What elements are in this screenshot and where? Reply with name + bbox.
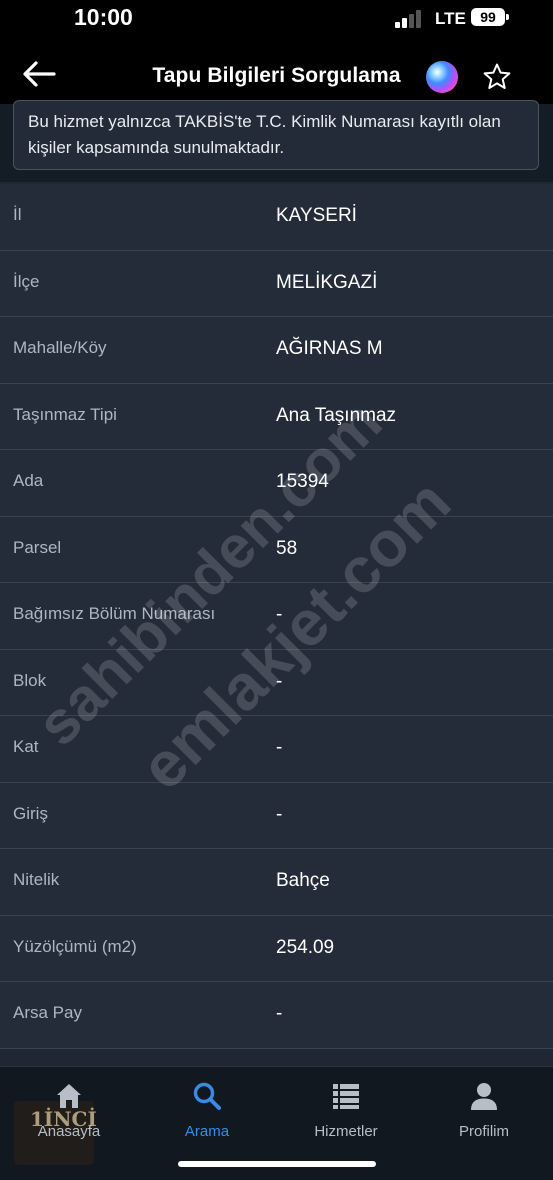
notice-area: Bu hizmet yalnızca TAKBİS'te T.C. Kimlik… [0,100,553,182]
info-value: Ana Taşınmaz [276,404,397,426]
info-row-nitelik: Nitelik Bahçe [0,849,553,916]
info-label: Blok [13,670,47,690]
info-value: 15394 [276,471,329,492]
info-label: Ada [13,471,44,490]
info-value: 58 [276,537,298,559]
info-value: 254.09 [276,936,335,958]
info-row-bagimsiz-bolum: Bağımsız Bölüm Numarası - [0,583,553,650]
page-title: Tapu Bilgileri Sorgulama [152,64,401,87]
info-label: Yüzölçümü (m2) [13,936,137,956]
info-value: - [276,604,283,625]
status-bar: 10:00 LTE 99 [0,0,553,44]
info-row-arsa-pay: Arsa Pay - [0,982,553,1049]
info-row-mahalle: Mahalle/Köy AĞIRNAS M [0,317,553,384]
property-info-list: İl KAYSERİ İlçe MELİKGAZİ Mahalle/Köy AĞ… [0,184,553,1049]
info-label: Mahalle/Köy [13,338,107,357]
info-row-il: İl KAYSERİ [0,184,553,251]
info-label: Arsa Pay [13,1003,82,1022]
tab-anasayfa[interactable]: Anasayfa [14,1081,124,1140]
info-row-tasinmaz-tipi: Taşınmaz Tipi Ana Taşınmaz [0,383,553,450]
tab-arama[interactable]: Arama [152,1081,262,1140]
info-label: Taşınmaz Tipi [13,404,117,424]
list-icon [333,1084,359,1109]
info-row-blok: Blok - [0,649,553,716]
info-value: - [276,670,283,692]
info-row-giris: Giriş - [0,782,553,849]
person-icon [471,1083,497,1110]
home-icon [57,1084,81,1108]
info-value: - [276,737,283,758]
info-value: - [276,803,283,825]
info-label: Giriş [13,803,48,823]
info-row-ada: Ada 15394 [0,450,553,517]
info-row-parsel: Parsel 58 [0,516,553,583]
notice-banner: Bu hizmet yalnızca TAKBİS'te T.C. Kimlik… [13,100,539,170]
tab-label: Anasayfa [37,1123,101,1140]
tab-hizmetler[interactable]: Hizmetler [291,1081,401,1140]
tab-label: Hizmetler [314,1123,378,1140]
info-label: İl [13,205,22,224]
tab-label: Profilim [458,1123,509,1140]
siri-icon[interactable] [426,61,458,93]
nav-header: Tapu Bilgileri Sorgulama [0,44,553,104]
info-label: Nitelik [13,870,60,889]
info-row-ilce: İlçe MELİKGAZİ [0,250,553,317]
info-value: MELİKGAZİ [276,271,378,293]
info-label: Parsel [13,537,62,557]
info-row-kat: Kat - [0,716,553,783]
info-label: Bağımsız Bölüm Numarası [13,604,216,623]
signal-icon [395,8,425,28]
tab-label: Arama [184,1123,230,1140]
tab-profilim[interactable]: Profilim [429,1081,539,1140]
battery-icon: 99 [471,8,509,26]
info-value: KAYSERİ [276,205,357,226]
info-value: AĞIRNAS M [276,338,383,359]
home-indicator[interactable] [178,1161,376,1167]
status-time: 10:00 [74,4,133,30]
info-label: Kat [13,737,39,756]
star-icon[interactable] [482,62,512,92]
app-screen: 10:00 LTE 99 Tapu Bilgileri Sorgulama Bu… [0,0,553,1180]
info-value: - [276,1003,283,1024]
info-value: Bahçe [276,870,330,891]
search-icon [193,1082,221,1110]
network-type: LTE [435,9,466,28]
info-label: İlçe [13,271,40,291]
info-row-yuzolcumu: Yüzölçümü (m2) 254.09 [0,915,553,982]
